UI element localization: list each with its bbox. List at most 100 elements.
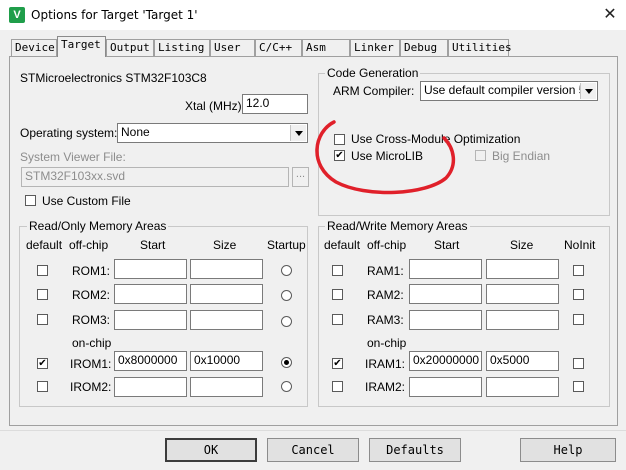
rw-onchip-label: on-chip [367, 336, 407, 350]
ram1-noinit-checkbox[interactable] [573, 265, 584, 276]
ram1-start-input[interactable] [409, 259, 482, 279]
rom1-size-input[interactable] [190, 259, 263, 279]
tab-user[interactable]: User [210, 39, 255, 56]
ram2-default-checkbox[interactable] [332, 289, 343, 300]
annotation-stroke [315, 120, 456, 195]
ro-header-default: default [26, 238, 63, 252]
rom3-label: ROM3: [72, 313, 111, 327]
irom1-startup-radio[interactable] [281, 357, 292, 368]
big-endian-label: Big Endian [492, 149, 551, 163]
xtal-label: Xtal (MHz): [185, 99, 245, 113]
rom3-default-checkbox[interactable] [37, 314, 48, 325]
tab-listing[interactable]: Listing [154, 39, 210, 56]
svf-label: System Viewer File: [20, 150, 126, 164]
annotation-circle [315, 120, 456, 195]
tab-target[interactable]: Target [57, 36, 106, 57]
chevron-down-icon [580, 83, 596, 99]
ro-onchip-label: on-chip [72, 336, 112, 350]
ram2-start-input[interactable] [409, 284, 482, 304]
tab-utilities[interactable]: Utilities [448, 39, 512, 56]
code-generation-title: Code Generation [325, 66, 421, 80]
tab-device[interactable]: Device [11, 39, 57, 56]
iram1-size-input[interactable]: 0x5000 [486, 351, 559, 371]
ok-button[interactable]: OK [165, 438, 257, 462]
irom2-default-checkbox[interactable] [37, 381, 48, 392]
irom1-start-input[interactable]: 0x8000000 [114, 351, 187, 371]
tab-output[interactable]: Output [106, 39, 154, 56]
keil-app-icon: V [9, 7, 25, 23]
use-custom-file-checkbox[interactable] [25, 195, 36, 206]
rom2-default-checkbox[interactable] [37, 289, 48, 300]
ro-header-startup: Startup [267, 238, 306, 252]
arm-compiler-select[interactable]: Use default compiler version 5 [420, 81, 598, 101]
ram3-label: RAM3: [367, 313, 404, 327]
device-name: STMicroelectronics STM32F103C8 [20, 71, 207, 85]
big-endian-checkbox [475, 150, 486, 161]
ro-header-offchip: off-chip [69, 238, 109, 252]
irom2-start-input[interactable] [114, 377, 187, 397]
close-icon[interactable]: ✕ [598, 4, 622, 26]
irom1-size-input[interactable]: 0x10000 [190, 351, 263, 371]
os-label: Operating system: [20, 126, 118, 140]
iram1-noinit-checkbox[interactable] [573, 358, 584, 369]
tab-debug[interactable]: Debug [400, 39, 448, 56]
ram2-noinit-checkbox[interactable] [573, 289, 584, 300]
rw-header-offchip: off-chip [367, 238, 407, 252]
iram1-label: IRAM1: [365, 357, 406, 371]
xtal-input[interactable]: 12.0 [242, 94, 308, 114]
ram1-size-input[interactable] [486, 259, 559, 279]
rom1-start-input[interactable] [114, 259, 187, 279]
rom3-size-input[interactable] [190, 310, 263, 330]
iram2-start-input[interactable] [409, 377, 482, 397]
ro-header-start: Start [140, 238, 166, 252]
rom1-default-checkbox[interactable] [37, 265, 48, 276]
footer-divider [0, 430, 626, 431]
ro-header-size: Size [213, 238, 237, 252]
iram2-default-checkbox[interactable] [332, 381, 343, 392]
ram2-size-input[interactable] [486, 284, 559, 304]
rom2-size-input[interactable] [190, 284, 263, 304]
irom2-startup-radio[interactable] [281, 381, 292, 392]
rom2-start-input[interactable] [114, 284, 187, 304]
iram2-noinit-checkbox[interactable] [573, 381, 584, 392]
rom3-startup-radio[interactable] [281, 316, 292, 327]
rw-header-default: default [324, 238, 361, 252]
rw-header-noinit: NoInit [564, 238, 596, 252]
iram1-start-input[interactable]: 0x20000000 [409, 351, 482, 371]
iram2-size-input[interactable] [486, 377, 559, 397]
iram2-label: IRAM2: [365, 380, 406, 394]
rom2-label: ROM2: [72, 288, 111, 302]
irom2-label: IROM2: [70, 380, 112, 394]
ram1-label: RAM1: [367, 264, 404, 278]
os-value: None [121, 125, 150, 139]
ram3-noinit-checkbox[interactable] [573, 314, 584, 325]
tab-linker[interactable]: Linker [350, 39, 400, 56]
rw-header-start: Start [434, 238, 460, 252]
help-button[interactable]: Help [520, 438, 616, 462]
svf-input: STM32F103xx.svd [21, 167, 289, 187]
arm-compiler-label: ARM Compiler: [333, 84, 415, 98]
iram1-default-checkbox[interactable]: ✔ [332, 358, 343, 369]
rom3-start-input[interactable] [114, 310, 187, 330]
irom1-default-checkbox[interactable]: ✔ [37, 358, 48, 369]
rom1-startup-radio[interactable] [281, 265, 292, 276]
rom2-startup-radio[interactable] [281, 290, 292, 301]
cancel-button[interactable]: Cancel [267, 438, 359, 462]
rom1-label: ROM1: [72, 264, 111, 278]
os-select[interactable]: None [117, 123, 308, 143]
use-custom-file-label: Use Custom File [42, 194, 131, 208]
ram1-default-checkbox[interactable] [332, 265, 343, 276]
window-title: Options for Target 'Target 1' [31, 8, 198, 22]
irom2-size-input[interactable] [190, 377, 263, 397]
tab-asm[interactable]: Asm [302, 39, 350, 56]
tab-c-cpp[interactable]: C/C++ [255, 39, 302, 56]
arm-compiler-value: Use default compiler version 5 [424, 83, 586, 97]
ro-memory-title: Read/Only Memory Areas [27, 219, 169, 233]
ram3-size-input[interactable] [486, 310, 559, 330]
defaults-button[interactable]: Defaults [369, 438, 461, 462]
ram3-default-checkbox[interactable] [332, 314, 343, 325]
chevron-down-icon [290, 125, 306, 141]
ram2-label: RAM2: [367, 288, 404, 302]
ram3-start-input[interactable] [409, 310, 482, 330]
rw-memory-title: Read/Write Memory Areas [325, 219, 470, 233]
